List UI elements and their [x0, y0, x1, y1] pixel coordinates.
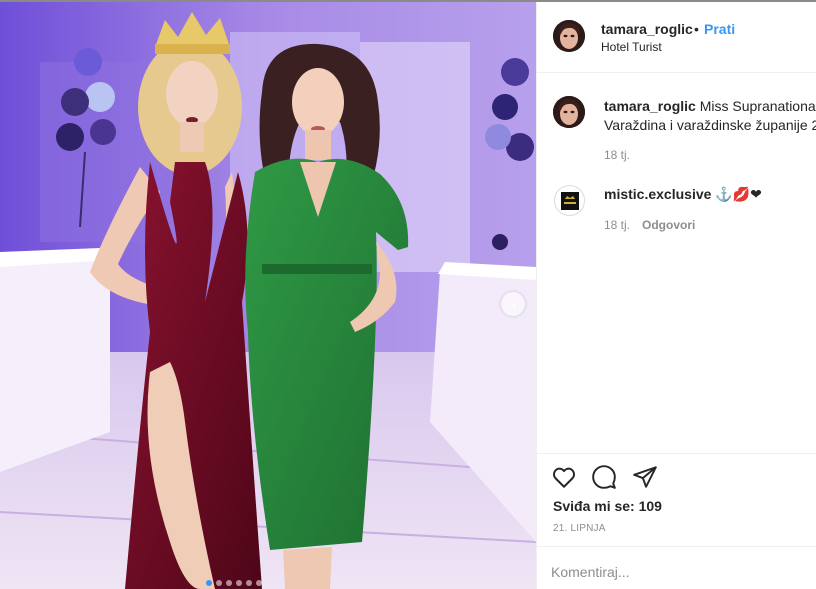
comment-input[interactable]	[551, 564, 801, 580]
post-date[interactable]: 21. LIPNJA	[553, 523, 606, 534]
post-sidebar: tamara_roglic • Prati Hotel Turist tamar…	[536, 2, 816, 589]
comment-line: mistic.exclusive ⚓💋❤	[604, 186, 762, 203]
carousel-dot	[256, 580, 262, 586]
caption-line-2: Varaždina i varaždinske županije 20	[604, 117, 816, 133]
avatar-image	[553, 96, 585, 128]
likes-label: Sviđa mi se: 109	[553, 498, 662, 514]
avatar-image	[553, 20, 585, 52]
carousel-dot	[246, 580, 252, 586]
commenter-avatar[interactable]	[554, 185, 585, 216]
caption-line-1: tamara_roglic Miss Supranational	[604, 98, 816, 114]
post-location[interactable]: Hotel Turist	[601, 40, 662, 54]
carousel-dot	[216, 580, 222, 586]
comment-divider	[537, 546, 816, 547]
caption-text: Miss Supranational	[699, 98, 816, 114]
brand-logo	[560, 191, 579, 210]
post-author-username[interactable]: tamara_roglic	[601, 21, 693, 37]
actions-divider	[537, 453, 816, 454]
carousel-dot	[236, 580, 242, 586]
carousel-indicator	[206, 580, 262, 586]
instagram-post: › tamara_roglic • Prati Hotel Turist tam…	[0, 0, 816, 589]
post-photo[interactable]: ›	[0, 2, 536, 589]
carousel-dot	[226, 580, 232, 586]
likes-count[interactable]: Sviđa mi se: 109	[553, 498, 662, 514]
reply-button[interactable]: Odgovori	[642, 218, 695, 232]
follow-button[interactable]: Prati	[704, 21, 735, 37]
carousel-dot	[206, 580, 212, 586]
comment-text: ⚓💋❤	[715, 186, 762, 202]
comment-avatar[interactable]	[553, 96, 585, 128]
comment-timestamp[interactable]: 18 tj.	[604, 218, 630, 232]
chevron-right-icon: ›	[511, 296, 517, 312]
separator-dot: •	[694, 21, 699, 37]
avatar[interactable]	[553, 20, 585, 52]
comment-icon[interactable]	[591, 464, 617, 490]
comment-username[interactable]: mistic.exclusive	[604, 186, 711, 202]
photo-illustration	[0, 2, 536, 589]
caption-username[interactable]: tamara_roglic	[604, 98, 696, 114]
caption-timestamp[interactable]: 18 tj.	[604, 148, 630, 162]
share-icon[interactable]	[632, 464, 658, 490]
next-photo-button[interactable]: ›	[501, 292, 525, 316]
post-header: tamara_roglic • Prati Hotel Turist	[537, 2, 816, 73]
heart-icon[interactable]	[551, 464, 577, 490]
